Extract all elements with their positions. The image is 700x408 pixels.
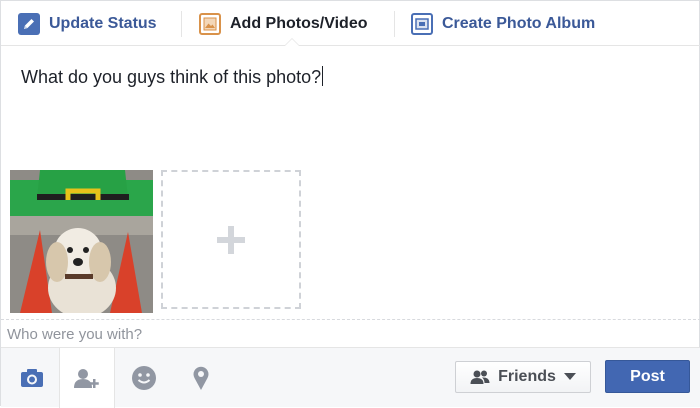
composer-tabs: Update Status Add Photos/Video Create Ph… (1, 1, 700, 46)
camera-icon (21, 369, 43, 387)
audience-label: Friends (498, 368, 556, 385)
photo-icon (199, 13, 221, 35)
plus-icon (217, 225, 245, 254)
pencil-icon (18, 13, 40, 35)
chevron-down-icon (563, 373, 576, 380)
tab-divider (181, 11, 182, 37)
album-icon (411, 13, 433, 35)
status-text-value: What do you guys think of this photo? (21, 67, 322, 87)
tab-update-status[interactable]: Update Status (18, 11, 157, 37)
friends-icon (470, 370, 490, 384)
audience-selector-button[interactable]: Friends (455, 361, 591, 393)
photo-thumbnail[interactable] (10, 170, 153, 313)
tab-divider (394, 11, 395, 37)
tab-create-photo-album-label: Create Photo Album (442, 15, 596, 32)
text-cursor (322, 66, 324, 86)
status-textarea[interactable]: What do you guys think of this photo? (21, 66, 324, 88)
composer-toolbar: Friends Post (1, 347, 700, 408)
location-tool[interactable] (173, 348, 229, 408)
location-pin-icon (193, 366, 209, 390)
status-composer: Update Status Add Photos/Video Create Ph… (0, 0, 700, 408)
add-photo-tool[interactable] (4, 348, 60, 408)
post-button-label: Post (630, 367, 665, 385)
dog-photo-image (10, 170, 153, 313)
tag-people-row (1, 319, 700, 347)
who-were-you-with-input[interactable] (7, 324, 687, 344)
tab-update-status-label: Update Status (49, 15, 157, 32)
add-photo-button[interactable] (161, 170, 301, 309)
tag-friends-tool[interactable] (59, 348, 115, 408)
tab-add-photos-video-label: Add Photos/Video (230, 15, 368, 32)
active-tab-caret (284, 38, 300, 46)
feeling-tool[interactable] (116, 348, 172, 408)
tab-add-photos-video[interactable]: Add Photos/Video (199, 11, 367, 37)
smiley-icon (132, 366, 156, 390)
post-button[interactable]: Post (605, 360, 690, 393)
tag-friends-icon (74, 369, 99, 388)
tab-create-photo-album[interactable]: Create Photo Album (411, 11, 595, 37)
